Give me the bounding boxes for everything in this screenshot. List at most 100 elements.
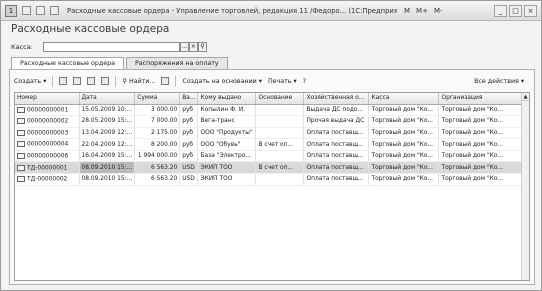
column-header[interactable]: Хозяйственная о...	[303, 93, 370, 105]
cell-number: 00000000003	[15, 127, 80, 140]
separator	[115, 75, 117, 87]
close-button[interactable]: ×	[524, 4, 537, 17]
tool-m-plus[interactable]: M+	[416, 7, 428, 15]
document-icon	[17, 176, 25, 183]
cell-text: 00000000006	[27, 153, 69, 160]
cell-basis: В счет оп...	[255, 138, 305, 151]
cell-date: 16.04.2009 15:...	[79, 150, 136, 163]
cell-basis	[255, 104, 305, 117]
table-row[interactable]: 00000000006 16.04.2009 15:... 1 994 000.…	[15, 150, 525, 163]
clear-icon[interactable]: ×	[188, 42, 198, 52]
column-header[interactable]: Основание	[255, 93, 305, 105]
cell-number: 00000000001	[15, 104, 80, 117]
column-header[interactable]: Дата	[79, 93, 136, 105]
table-row[interactable]: 00000000002 28.05.2009 15:... 7 000.00 р…	[15, 115, 525, 128]
cell-currency: USD	[179, 173, 199, 186]
document-icon	[17, 106, 25, 113]
app-window: 1 Расходные кассовые ордера - Управление…	[0, 0, 542, 291]
app-icon[interactable]: 1	[5, 4, 17, 17]
cell-kassa: Торговый дом "Ко...	[368, 138, 440, 151]
delete-icon[interactable]	[87, 77, 96, 85]
column-header[interactable]: Кому выдано	[197, 93, 257, 105]
column-header[interactable]: Организация	[438, 93, 525, 105]
tool-m-minus[interactable]: M-	[434, 7, 443, 15]
cell-operation: Оплата поставщ...	[303, 161, 370, 175]
cell-date: 28.05.2009 15:...	[79, 115, 136, 128]
cell-operation: Выдача ДС подо...	[303, 104, 370, 117]
post-icon[interactable]	[101, 77, 110, 85]
cell-currency: руб	[179, 115, 199, 128]
cell-operation: Оплата поставщ...	[303, 127, 370, 140]
cell-recipient: ООО "Продукты"	[197, 127, 257, 140]
column-header[interactable]: Касса	[368, 93, 440, 105]
cell-currency: руб	[179, 127, 199, 140]
help-icon[interactable]: ?	[303, 78, 306, 85]
kassa-input[interactable]	[42, 42, 180, 52]
search-icon[interactable]: ⚲	[197, 42, 207, 52]
kassa-filter: Касса: … × ⚲	[11, 42, 207, 52]
table-row[interactable]: 00000000003 13.04.2009 12:... 2 175.00 р…	[15, 127, 525, 140]
document-icon	[17, 164, 25, 171]
table-row[interactable]: 00000000001 15.05.2009 10:... 3 000.00 р…	[15, 104, 525, 117]
document-icon	[17, 141, 25, 148]
cell-organization: Торговый дом "Ко...	[438, 161, 525, 175]
cell-organization: Торговый дом "Ко...	[438, 138, 525, 151]
copy-icon[interactable]	[59, 77, 68, 85]
table-row[interactable]: 00000000004 22.04.2009 12:... 8 200.00 р…	[15, 138, 525, 151]
save-icon[interactable]	[36, 6, 45, 15]
document-icon	[17, 152, 25, 159]
cell-organization: Торговый дом "Ко...	[438, 150, 525, 163]
minimize-button[interactable]: _	[494, 4, 507, 17]
cell-date: 08.09.2010 15:...	[79, 173, 136, 186]
kassa-label: Касса:	[11, 43, 33, 51]
cancel-search-icon[interactable]	[161, 77, 170, 85]
find-button[interactable]: ⚲ Найти...	[122, 78, 155, 85]
table-row[interactable]: ТД-00000002 08.09.2010 15:... 6 563.20 U…	[15, 173, 525, 186]
tool-m[interactable]: M	[404, 7, 410, 15]
print-icon[interactable]	[50, 6, 59, 15]
column-header[interactable]: Номер	[15, 93, 80, 105]
document-icon	[17, 118, 25, 125]
cell-operation: Прочая выдача ДС	[303, 115, 370, 128]
cell-basis: В счет оп...	[255, 161, 305, 175]
separator	[52, 75, 54, 87]
cell-basis	[255, 115, 305, 128]
print-button[interactable]: Печать ▾	[268, 78, 297, 85]
vertical-scrollbar[interactable]: ▲	[521, 93, 529, 280]
window-controls: _ □ ×	[492, 4, 537, 17]
cell-sum: 6 563.20	[134, 161, 181, 175]
document-icon	[17, 129, 25, 136]
cell-kassa: Торговый дом "Ко...	[368, 161, 440, 175]
cell-kassa: Торговый дом "Ко...	[368, 173, 440, 186]
tab-payment-orders[interactable]: Распоряжения на оплату	[125, 57, 228, 69]
cell-number: 00000000004	[15, 138, 80, 151]
all-actions-button[interactable]: Все действия ▾	[474, 78, 524, 85]
orders-table[interactable]: Номер Дата Сумма Ва... Кому выдано Основ…	[14, 92, 530, 281]
cell-date: 15.05.2009 10:...	[79, 104, 136, 117]
cell-organization: Торговый дом "Ко...	[438, 104, 525, 117]
tab-expense-orders[interactable]: Расходные кассовые ордера	[11, 57, 124, 69]
column-header[interactable]: Ва...	[179, 93, 199, 105]
cell-kassa: Торговый дом "Ко...	[368, 127, 440, 140]
cell-organization: Торговый дом "Ко...	[438, 173, 525, 186]
cell-sum: 8 200.00	[134, 138, 181, 151]
column-header[interactable]: Сумма	[134, 93, 181, 105]
cell-kassa: Торговый дом "Ко...	[368, 150, 440, 163]
tabs: Расходные кассовые ордера Распоряжения н…	[11, 57, 230, 69]
table-row-selected[interactable]: ТД-00000001 08.09.2010 15:... 6 563.20 U…	[15, 161, 525, 175]
tab-panel: Создать ▾ ⚲ Найти... Создать на основани…	[9, 69, 535, 285]
back-icon[interactable]	[22, 6, 31, 15]
cell-text: 00000000002	[27, 118, 69, 125]
edit-icon[interactable]	[73, 77, 82, 85]
cell-recipient: ЭКИП ТОО	[197, 161, 257, 175]
title-tools: M M+ M-	[401, 7, 446, 15]
cell-operation: Оплата поставщ...	[303, 173, 370, 186]
select-button[interactable]: …	[179, 42, 189, 52]
cell-text: 00000000001	[27, 107, 69, 114]
find-label: Найти...	[128, 77, 156, 85]
create-button[interactable]: Создать ▾	[14, 78, 46, 85]
scroll-up-icon[interactable]: ▲	[522, 93, 529, 101]
maximize-button[interactable]: □	[509, 4, 522, 17]
create-based-button[interactable]: Создать на основании ▾	[182, 78, 262, 85]
separator	[175, 75, 177, 87]
